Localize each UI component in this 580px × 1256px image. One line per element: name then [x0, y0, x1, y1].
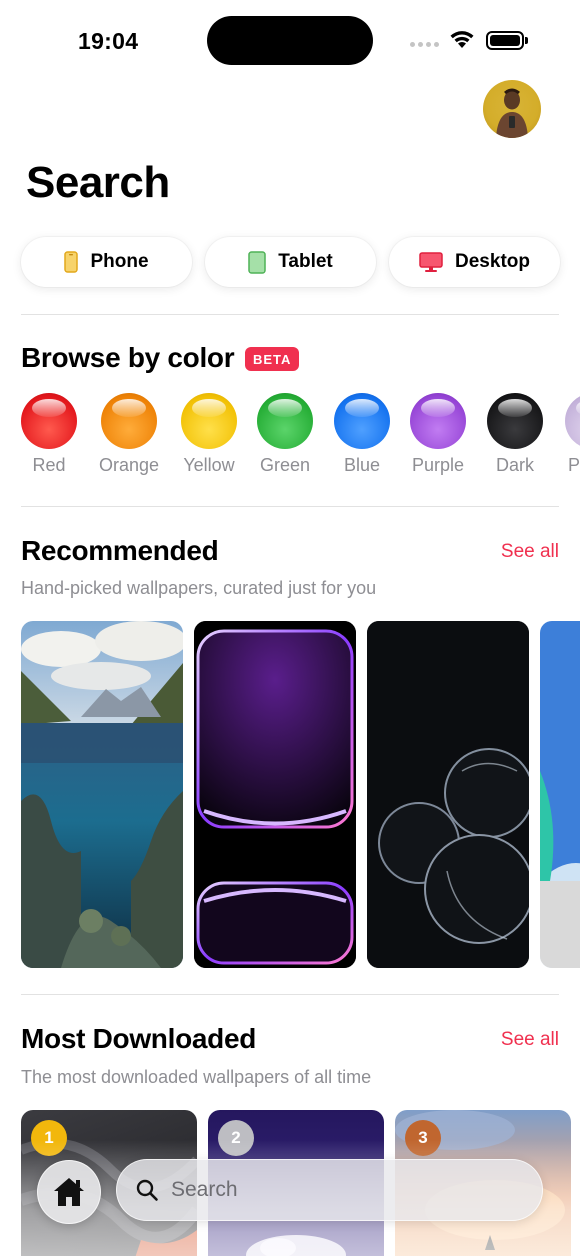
tablet-filter-button[interactable]: Tablet — [205, 237, 376, 287]
desktop-filter-button[interactable]: Desktop — [389, 237, 560, 287]
status-bar: 19:04 — [0, 0, 580, 80]
wallpaper-card-blue-wave[interactable] — [540, 621, 580, 968]
wallpaper-image — [367, 621, 529, 968]
wallpaper-image — [194, 621, 356, 968]
recommended-subtitle: Hand-picked wallpapers, curated just for… — [21, 578, 377, 598]
tablet-filter-label: Tablet — [278, 251, 333, 272]
color-swatch-row: Red Orange Yellow Green Blue Purple Dark… — [21, 393, 580, 483]
section-divider — [21, 314, 559, 315]
section-divider — [21, 994, 559, 995]
wallpaper-card-fjord[interactable] — [21, 621, 183, 968]
avatar-photo — [496, 88, 528, 138]
most-downloaded-see-all-link[interactable]: See all — [501, 1029, 559, 1051]
green-swatch-icon — [257, 393, 313, 449]
device-filter-row: Phone Tablet Desktop — [21, 237, 561, 287]
status-time: 19:04 — [78, 28, 139, 54]
dark-swatch-icon — [487, 393, 543, 449]
purple-swatch-icon — [410, 393, 466, 449]
page-title: Search — [26, 158, 170, 207]
red-swatch-icon — [21, 393, 77, 449]
battery-icon — [486, 31, 524, 50]
phone-icon — [64, 251, 79, 273]
yellow-swatch-icon — [181, 393, 237, 449]
most-downloaded-title: Most Downloaded — [21, 1023, 257, 1054]
desktop-filter-label: Desktop — [455, 251, 530, 272]
browse-by-color-title: Browse by color — [21, 342, 235, 373]
tablet-icon — [248, 250, 266, 274]
search-icon — [136, 1179, 158, 1201]
pastel-swatch-icon — [565, 393, 580, 449]
search-input[interactable] — [171, 1178, 491, 1202]
orange-swatch-icon — [101, 393, 157, 449]
desktop-icon — [419, 251, 443, 272]
avatar[interactable] — [483, 80, 541, 138]
bottom-search-bar[interactable] — [116, 1159, 543, 1221]
color-swatch-dark[interactable]: Dark — [470, 393, 560, 476]
recommended-carousel — [21, 621, 580, 969]
phone-filter-label: Phone — [90, 251, 149, 272]
dynamic-island — [207, 16, 373, 65]
recommended-title: Recommended — [21, 535, 219, 566]
blue-swatch-icon — [334, 393, 390, 449]
color-swatch-pastel[interactable]: Pastel — [548, 393, 580, 476]
home-icon — [54, 1178, 84, 1206]
color-label: Pastel — [567, 455, 580, 475]
phone-filter-button[interactable]: Phone — [21, 237, 192, 287]
recommended-see-all-link[interactable]: See all — [501, 541, 559, 563]
cellular-signal-icon — [410, 42, 439, 47]
section-divider — [21, 506, 559, 507]
most-downloaded-subtitle: The most downloaded wallpapers of all ti… — [21, 1067, 372, 1087]
beta-badge: BETA — [245, 347, 300, 371]
color-swatch-orange[interactable]: Orange — [84, 393, 174, 476]
wallpaper-card-purple-frames[interactable] — [194, 621, 356, 968]
color-label: Orange — [98, 455, 160, 475]
home-button[interactable] — [37, 1160, 101, 1224]
wallpaper-image — [21, 621, 183, 968]
color-label: Dark — [495, 455, 534, 475]
wallpaper-image — [540, 621, 580, 968]
wifi-icon — [450, 31, 474, 48]
wallpaper-card-bubbles[interactable] — [367, 621, 529, 968]
